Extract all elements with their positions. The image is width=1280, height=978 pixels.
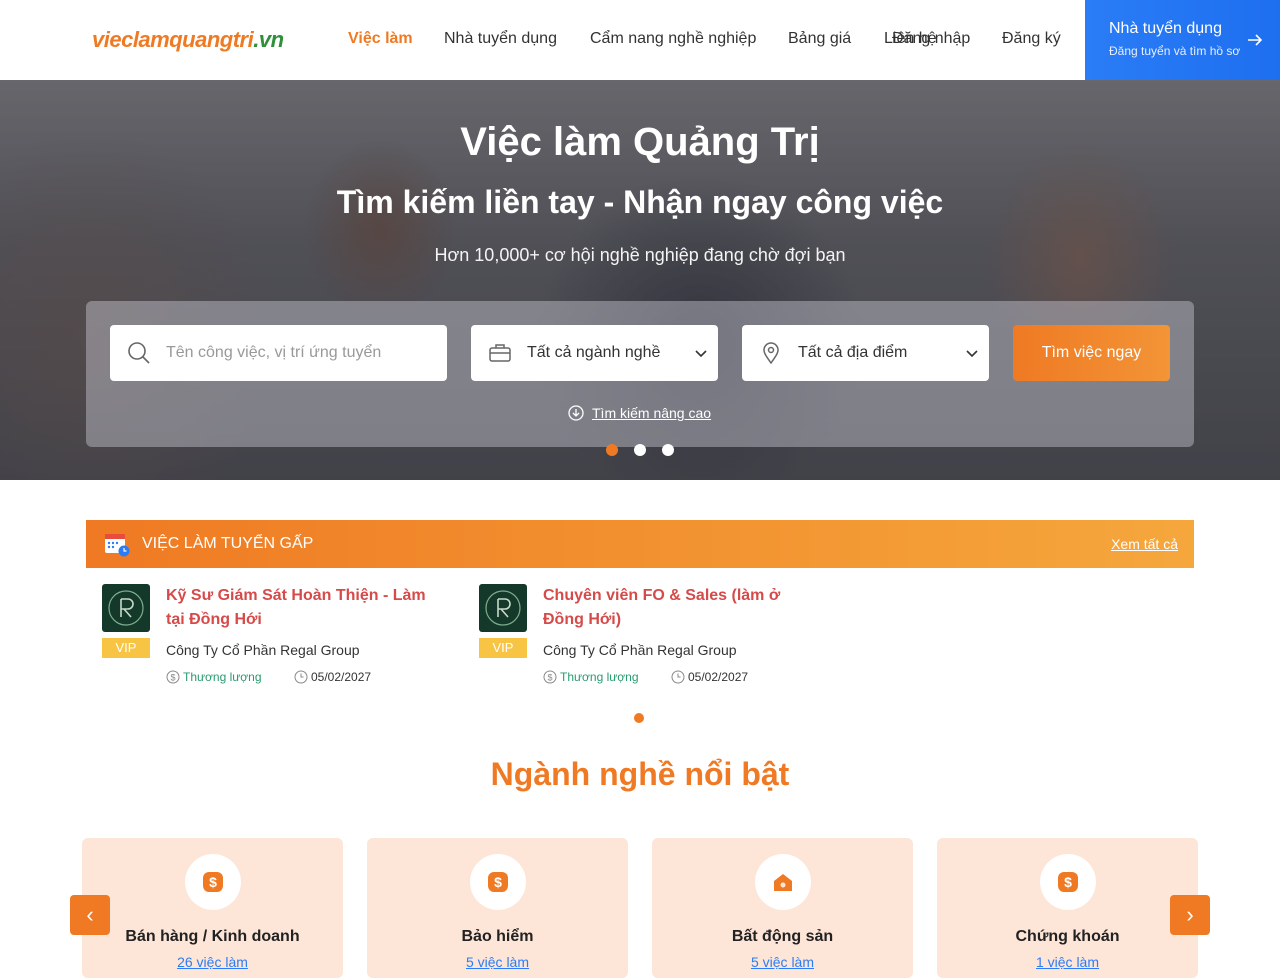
hero-subtitle: Tìm kiếm liền tay - Nhận ngay công việc xyxy=(336,184,944,220)
svg-text:$: $ xyxy=(494,874,502,890)
hero-banner: Việc làm Quảng Trị Tìm kiếm liền tay - N… xyxy=(0,80,1280,480)
featured-sectors-title: Ngành nghề nổi bật xyxy=(490,756,790,792)
sector-icon-wrap xyxy=(755,854,811,910)
clock-icon xyxy=(671,670,685,684)
svg-text:$: $ xyxy=(170,673,175,683)
dollar-icon: $ xyxy=(166,670,180,684)
dollar-icon: $ xyxy=(488,872,508,892)
svg-text:$: $ xyxy=(1064,874,1072,890)
keyword-input[interactable] xyxy=(166,344,426,362)
salary: $ Thương lượng xyxy=(543,670,639,684)
advanced-search-label: Tìm kiếm nâng cao xyxy=(592,405,712,421)
sector-name: Chứng khoán xyxy=(1015,928,1120,945)
arrow-right-icon xyxy=(1248,34,1263,46)
vip-badge: VIP xyxy=(102,638,150,658)
download-circle-icon xyxy=(568,405,584,421)
sector-icon-wrap: $ xyxy=(1040,854,1096,910)
logo-text: vieclamquangtri.vn xyxy=(92,27,284,52)
slider-dot-2[interactable] xyxy=(634,444,646,456)
company-name[interactable]: Công Ty Cổ Phần Regal Group xyxy=(543,642,737,658)
job-card[interactable]: VIP Chuyên viên FO & Sales (làm ở Đồng H… xyxy=(479,584,819,694)
location-select-value: Tất cả địa điểm xyxy=(798,344,908,361)
company-logo[interactable] xyxy=(102,584,150,632)
job-title[interactable]: Kỹ Sư Giám Sát Hoàn Thiện - Làm tại Đồng… xyxy=(166,584,436,632)
sector-count[interactable]: 5 việc làm xyxy=(652,954,913,970)
nav-item-career-guide[interactable]: Cẩm nang nghề nghiệp xyxy=(590,30,756,48)
hero-title: Việc làm Quảng Trị xyxy=(460,120,820,164)
slider-dot-1[interactable] xyxy=(606,444,618,456)
site-header: vieclamquangtri.vn Việc làm Nhà tuyển dụ… xyxy=(0,0,1280,80)
urgent-jobs-header: VIỆC LÀM TUYỂN GẤP Xem tất cả xyxy=(86,520,1194,568)
see-all-link[interactable]: Xem tất cả xyxy=(1111,536,1178,552)
clock-icon xyxy=(294,670,308,684)
sector-count[interactable]: 5 việc làm xyxy=(367,954,628,970)
nav-item-login[interactable]: Đăng nhập xyxy=(892,30,970,48)
dollar-icon: $ xyxy=(1058,872,1078,892)
sector-card[interactable]: $ Bán hàng / Kinh doanh 26 việc làm xyxy=(82,838,343,978)
advanced-search-link[interactable]: Tìm kiếm nâng cao xyxy=(568,405,711,421)
carousel-next-button[interactable]: › xyxy=(1170,895,1210,935)
sector-name: Bất động sản xyxy=(731,928,834,945)
deadline: 05/02/2027 xyxy=(294,670,371,684)
carousel-prev-button[interactable]: ‹ xyxy=(70,895,110,935)
sector-name: Bán hàng / Kinh doanh xyxy=(125,928,300,945)
chevron-down-icon xyxy=(695,350,707,358)
deadline-label: 05/02/2027 xyxy=(688,670,749,684)
company-name[interactable]: Công Ty Cổ Phần Regal Group xyxy=(166,642,360,658)
search-jobs-button[interactable]: Tìm việc ngay xyxy=(1013,325,1170,381)
sector-card[interactable]: $ Chứng khoán 1 việc làm xyxy=(937,838,1198,978)
dollar-icon: $ xyxy=(203,872,223,892)
salary: $ Thương lượng xyxy=(166,670,262,684)
hero-description: Hơn 10,000+ cơ hội nghề nghiệp đang chờ … xyxy=(434,245,846,265)
slider-dot-3[interactable] xyxy=(662,444,674,456)
sector-card[interactable]: Bất động sản 5 việc làm xyxy=(652,838,913,978)
location-select[interactable]: Tất cả địa điểm xyxy=(742,325,989,381)
svg-text:$: $ xyxy=(547,673,552,683)
sector-icon-wrap: $ xyxy=(185,854,241,910)
sector-name: Bảo hiểm xyxy=(461,928,534,945)
job-card[interactable]: VIP Kỹ Sư Giám Sát Hoàn Thiện - Làm tại … xyxy=(102,584,442,694)
deadline: 05/02/2027 xyxy=(671,670,748,684)
vip-badge: VIP xyxy=(479,638,527,658)
sector-count[interactable]: 1 việc làm xyxy=(937,954,1198,970)
search-panel: Tất cả ngành nghề Tất cả địa điểm Tìm vi… xyxy=(86,301,1194,447)
nav-item-jobs[interactable]: Việc làm xyxy=(348,30,413,48)
sector-count[interactable]: 26 việc làm xyxy=(82,954,343,970)
job-title[interactable]: Chuyên viên FO & Sales (làm ở Đồng Hới) xyxy=(543,584,813,632)
sector-card[interactable]: $ Bảo hiểm 5 việc làm xyxy=(367,838,628,978)
nav-item-register[interactable]: Đăng ký xyxy=(1002,30,1061,48)
briefcase-icon xyxy=(487,340,513,366)
svg-text:$: $ xyxy=(209,874,217,890)
urgent-jobs-title: VIỆC LÀM TUYỂN GẤP xyxy=(142,535,314,552)
keyword-field[interactable] xyxy=(110,325,447,381)
industry-select-value: Tất cả ngành nghề xyxy=(527,344,661,361)
industry-select[interactable]: Tất cả ngành nghề xyxy=(471,325,718,381)
nav-item-pricing[interactable]: Bảng giá xyxy=(788,30,851,48)
chevron-down-icon xyxy=(966,350,978,358)
location-pin-icon xyxy=(758,340,784,366)
dollar-icon: $ xyxy=(543,670,557,684)
company-logo[interactable] xyxy=(479,584,527,632)
calendar-clock-icon xyxy=(105,534,130,557)
site-logo[interactable]: vieclamquangtri.vn xyxy=(90,14,284,66)
sector-icon-wrap: $ xyxy=(470,854,526,910)
employer-cta-button[interactable]: Nhà tuyển dụng Đăng tuyển và tìm hồ sơ xyxy=(1085,0,1280,80)
house-icon xyxy=(774,874,792,891)
search-icon xyxy=(126,340,152,366)
deadline-label: 05/02/2027 xyxy=(311,670,372,684)
salary-label: Thương lượng xyxy=(183,670,262,684)
salary-label: Thương lượng xyxy=(560,670,639,684)
urgent-slider-dot[interactable] xyxy=(634,713,644,723)
nav-item-employers[interactable]: Nhà tuyển dụng xyxy=(444,30,557,48)
slider-dots xyxy=(606,444,674,456)
